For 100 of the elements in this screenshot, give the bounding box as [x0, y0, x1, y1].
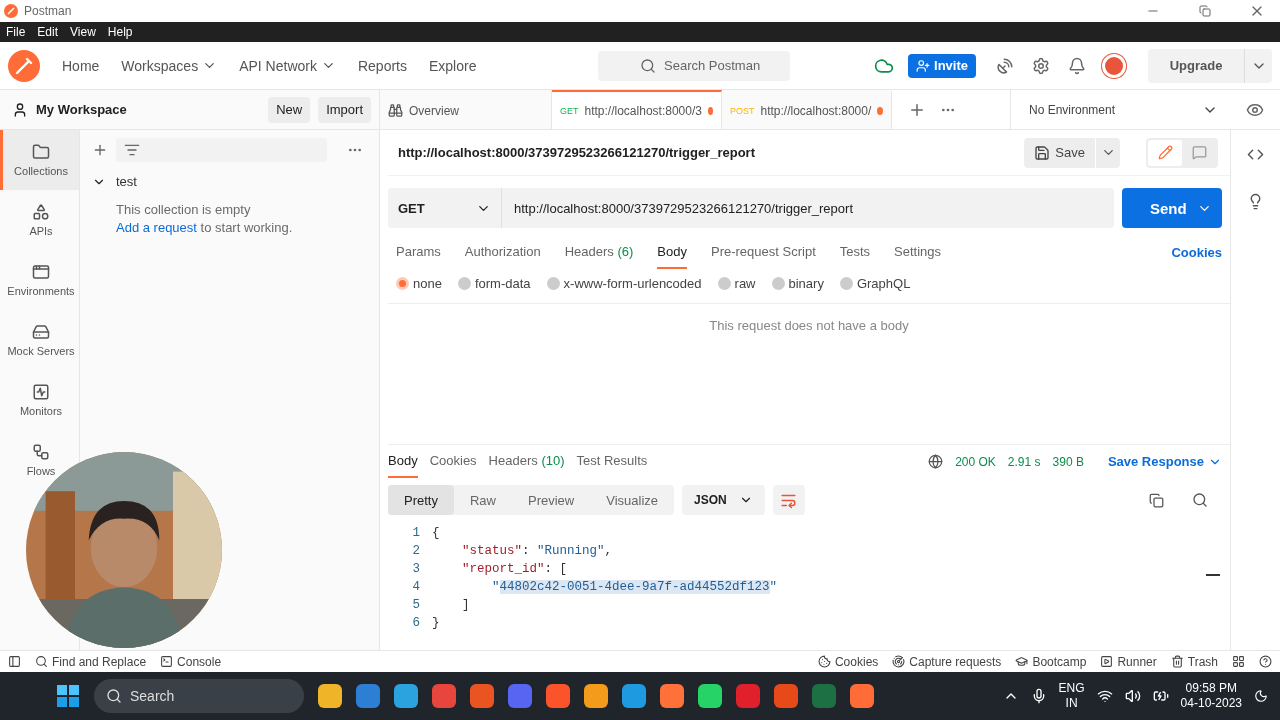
body-type-radio[interactable]: GraphQL	[839, 276, 911, 291]
app-icon[interactable]	[470, 684, 494, 708]
cookies-link[interactable]: Cookies	[1171, 244, 1222, 260]
clock-date[interactable]: 04-10-2023	[1180, 696, 1242, 711]
language[interactable]: ENG	[1058, 681, 1085, 696]
status-bar-item[interactable]: Cookies	[817, 654, 879, 669]
grid-icon[interactable]	[1232, 655, 1245, 668]
save-response-button[interactable]: Save Response	[1107, 454, 1222, 469]
start-icon[interactable]	[56, 684, 80, 708]
response-tab[interactable]: Headers (10)	[488, 445, 565, 478]
request-tab[interactable]: GET http://localhost:8000/3	[552, 90, 722, 129]
response-tab[interactable]: Body	[388, 445, 418, 478]
region[interactable]: IN	[1065, 696, 1078, 711]
app-icon[interactable]	[318, 684, 342, 708]
app-icon[interactable]	[584, 684, 608, 708]
view-tab[interactable]: Visualize	[590, 485, 675, 515]
radio-dot[interactable]	[717, 277, 731, 290]
request-option-tab[interactable]: Headers (6)	[564, 235, 634, 269]
moon-icon[interactable]	[1254, 689, 1268, 703]
import-button[interactable]: Import	[318, 96, 371, 123]
app-icon[interactable]	[546, 684, 570, 708]
radio-dot[interactable]	[396, 277, 409, 290]
body-type-radio[interactable]: binary	[771, 276, 824, 291]
search-field[interactable]: Search Postman	[598, 50, 791, 81]
nav-item[interactable]: Home	[62, 57, 100, 74]
response-tab[interactable]: Test Results	[576, 445, 648, 478]
menu-item[interactable]: Help	[107, 25, 133, 39]
wrap-button[interactable]	[772, 485, 805, 515]
clock-time[interactable]: 09:58 PM	[1185, 681, 1237, 696]
copy-icon[interactable]	[1149, 492, 1164, 508]
satellite-icon[interactable]	[996, 56, 1014, 75]
app-icon[interactable]	[660, 684, 684, 708]
app-icon[interactable]	[394, 684, 418, 708]
status-bar-item[interactable]: Runner	[1100, 654, 1157, 669]
sidebar-toggle-icon[interactable]	[8, 655, 21, 668]
url-field[interactable]: http://localhost:8000/3739729523266121270/trigger_report	[502, 188, 1114, 228]
response-tab[interactable]: Cookies	[429, 445, 477, 478]
nav-item[interactable]: Reports	[357, 57, 407, 74]
app-icon[interactable]	[698, 684, 722, 708]
filter-field[interactable]	[116, 138, 327, 162]
view-tab[interactable]: Preview	[512, 485, 591, 515]
request-option-tab[interactable]: Body	[657, 235, 687, 269]
app-icon[interactable]	[622, 684, 646, 708]
menu-item[interactable]: File	[6, 25, 26, 39]
app-icon[interactable]	[432, 684, 456, 708]
sidebar-item[interactable]: Environments	[4, 263, 75, 297]
upgrade-button[interactable]: Upgrade	[1148, 48, 1244, 83]
request-option-tab[interactable]: Authorization	[464, 235, 541, 269]
status-bar-item[interactable]: Find and Replace	[35, 654, 147, 669]
status-bar-item[interactable]: Capture requests	[892, 654, 1002, 669]
body-type-radio[interactable]: raw	[717, 276, 756, 291]
status-bar-item[interactable]: Trash	[1170, 654, 1218, 669]
taskbar-search[interactable]: Search	[94, 679, 304, 713]
menu-item[interactable]: View	[70, 25, 96, 39]
add-request-link[interactable]: Add a request	[116, 220, 197, 235]
radio-dot[interactable]	[546, 277, 560, 290]
request-tab[interactable]: POST http://localhost:8000/	[722, 90, 892, 129]
plus-icon[interactable]	[92, 142, 108, 158]
invite-button[interactable]: Invite	[908, 53, 976, 78]
app-icon[interactable]	[356, 684, 380, 708]
request-option-tab[interactable]: Params	[396, 235, 441, 269]
logo-icon[interactable]	[8, 49, 40, 82]
radio-dot[interactable]	[457, 277, 471, 290]
method-select[interactable]: GET	[388, 188, 502, 228]
body-type-radio[interactable]: none	[396, 276, 442, 291]
request-option-tab[interactable]: Tests	[839, 235, 871, 269]
app-icon[interactable]	[508, 684, 532, 708]
app-icon[interactable]	[774, 684, 798, 708]
request-tab[interactable]: Overview	[380, 90, 552, 129]
format-select[interactable]: JSON	[682, 485, 765, 515]
volume-icon[interactable]	[1124, 688, 1141, 704]
radio-dot[interactable]	[771, 277, 785, 290]
help-icon[interactable]	[1259, 655, 1272, 668]
nav-item[interactable]: API Network	[239, 57, 336, 74]
restore-icon[interactable]	[1199, 5, 1211, 17]
new-button[interactable]: New	[268, 96, 311, 123]
view-tab[interactable]: Raw	[453, 485, 512, 515]
collection-name[interactable]: test	[116, 174, 137, 189]
sidebar-item[interactable]: Flows	[23, 443, 56, 477]
sidebar-item[interactable]: APIs	[26, 203, 53, 237]
body-type-radio[interactable]: x-www-form-urlencoded	[546, 276, 702, 291]
send-button[interactable]: Send	[1122, 188, 1222, 228]
pencil-icon[interactable]	[1157, 145, 1173, 160]
request-option-tab[interactable]: Settings	[894, 235, 942, 269]
save-button[interactable]: Save	[1024, 137, 1095, 168]
nav-item[interactable]: Explore	[429, 57, 477, 74]
settings-icon[interactable]	[1032, 56, 1050, 75]
app-icon[interactable]	[850, 684, 874, 708]
bell-icon[interactable]	[1068, 56, 1086, 75]
environment-select[interactable]: No Environment	[1010, 90, 1230, 129]
nav-item[interactable]: Workspaces	[121, 57, 218, 74]
menu-item[interactable]: Edit	[37, 25, 59, 39]
body-type-radio[interactable]: form-data	[457, 276, 531, 291]
request-option-tab[interactable]: Pre-request Script	[711, 235, 816, 269]
sidebar-item[interactable]: Mock Servers	[4, 323, 75, 357]
status-bar-item[interactable]: Bootcamp	[1015, 654, 1087, 669]
status-bar-item[interactable]: Console	[160, 654, 222, 669]
sidebar-item[interactable]: Collections	[0, 130, 79, 190]
sidebar-item[interactable]: Monitors	[16, 383, 63, 417]
view-tab[interactable]: Pretty	[388, 485, 454, 515]
